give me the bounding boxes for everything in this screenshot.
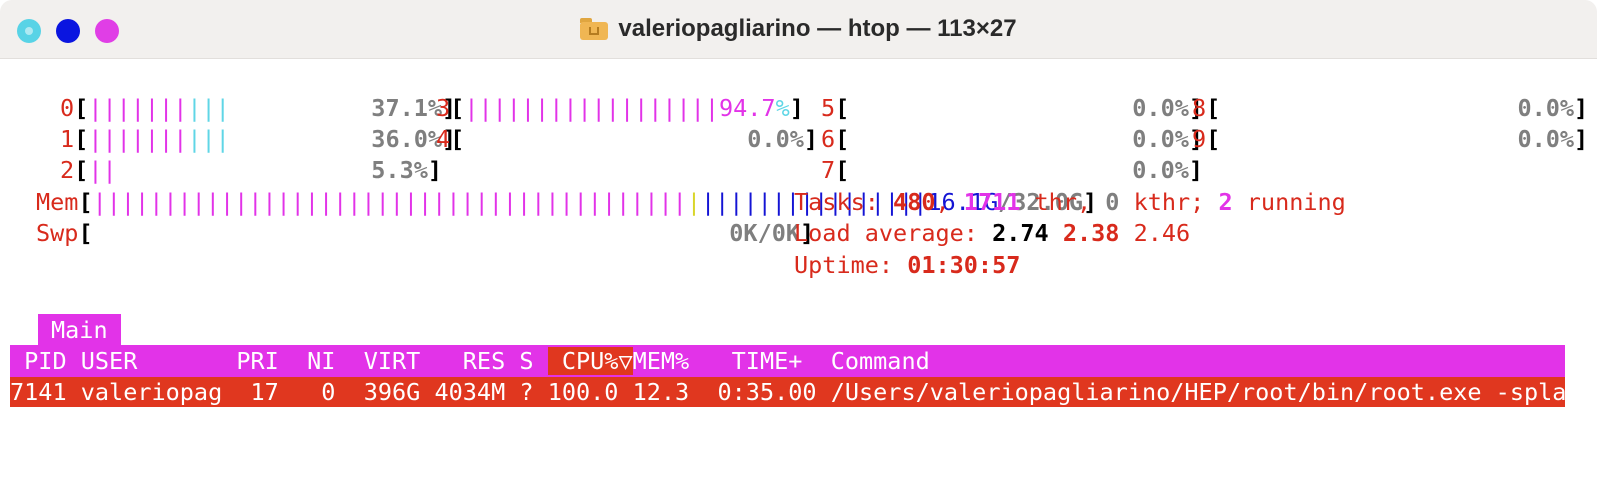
- process-table-header: PID USER PRI NI VIRT RES S CPU%▽MEM% TIM…: [10, 345, 1565, 377]
- cpu-meter-8: 8[ 0.0%]: [1192, 94, 1589, 122]
- terminal-window: valeriopagliarino — htop — 113×27 0[||||…: [0, 0, 1597, 503]
- load-average-meter: Load average: 2.74 2.38 2.46: [794, 219, 1191, 247]
- cpu-meter-9: 9[ 0.0%]: [1192, 125, 1589, 153]
- process-pid: 7141: [10, 378, 67, 406]
- column-state[interactable]: S: [519, 347, 533, 375]
- process-state: ?: [519, 378, 534, 406]
- column-virt[interactable]: VIRT: [364, 347, 421, 375]
- column-command[interactable]: Command: [831, 347, 930, 375]
- process-cpu: 100.0: [547, 378, 619, 406]
- table-row[interactable]: 7141 valeriopag 17 0 396G 4034M ? 100.0 …: [10, 377, 1565, 407]
- cpu-meter-4: 4[ 0.0%]: [436, 125, 819, 153]
- column-user[interactable]: USER: [81, 347, 138, 375]
- process-pri: 17: [250, 378, 279, 406]
- screen-tabs: Main: [38, 314, 121, 346]
- column-ni[interactable]: NI: [307, 347, 335, 375]
- htop-screen[interactable]: 0[|||||||||| 37.1%] 3[||||||||||||||||||…: [0, 59, 1597, 503]
- tab-main[interactable]: Main: [38, 314, 121, 346]
- process-ni: 0: [321, 378, 336, 406]
- cpu-meter-6: 6[ 0.0%]: [821, 125, 1204, 153]
- window-title-text: valeriopagliarino — htop — 113×27: [618, 15, 1017, 42]
- process-time: 0:35.00: [717, 378, 817, 406]
- process-mem: 12.3: [632, 378, 690, 406]
- window-title: valeriopagliarino — htop — 113×27: [0, 0, 1597, 58]
- column-cpu-sorted[interactable]: CPU%▽: [547, 347, 633, 375]
- column-mem[interactable]: MEM%: [633, 347, 690, 375]
- process-res: 4034M: [434, 378, 506, 406]
- process-virt: 396G: [363, 378, 421, 406]
- uptime-meter: Uptime: 01:30:57: [794, 251, 1021, 279]
- folder-home-icon: [580, 18, 609, 40]
- cpu-meter-7: 7[ 0.0%]: [821, 156, 1204, 184]
- swap-meter: Swp[ 0K/0K]: [36, 219, 815, 247]
- title-bar[interactable]: valeriopagliarino — htop — 113×27: [0, 0, 1597, 59]
- cpu-meter-0: 0[|||||||||| 37.1%]: [60, 94, 457, 122]
- process-user: valeriopag: [80, 378, 223, 406]
- column-pid[interactable]: PID: [10, 347, 66, 375]
- column-pri[interactable]: PRI: [236, 347, 278, 375]
- process-command: /Users/valeriopagliarino/HEP/root/bin/ro…: [830, 378, 1565, 406]
- cpu-meter-1: 1[|||||||||| 36.0%]: [60, 125, 457, 153]
- cpu-meter-2: 2[|| 5.3%]: [60, 156, 443, 184]
- column-res[interactable]: RES: [463, 347, 505, 375]
- tasks-meter: Tasks: 480, 1711 thr, 0 kthr; 2 running: [794, 188, 1346, 216]
- cpu-meter-5: 5[ 0.0%]: [821, 94, 1204, 122]
- column-time[interactable]: TIME+: [732, 347, 803, 375]
- cpu-meter-3: 3[||||||||||||||||||94.7%]: [436, 94, 804, 122]
